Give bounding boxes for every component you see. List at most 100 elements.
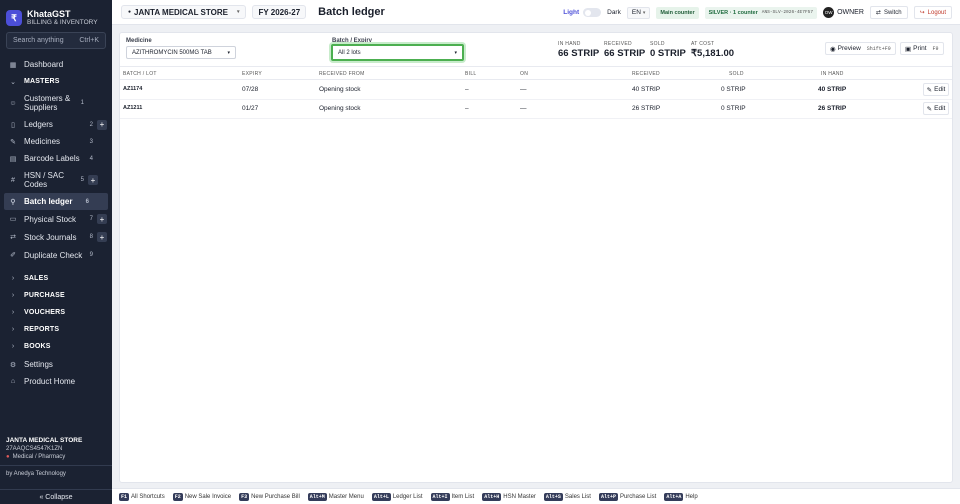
sidebar-item-label: Duplicate Check — [24, 250, 83, 260]
sidebar-item-ledgers[interactable]: ▯ Ledgers 2 + — [0, 116, 112, 133]
switch-button[interactable]: ⇄ Switch — [869, 6, 908, 19]
cell-expiry: 07/28 — [242, 86, 259, 93]
sidebar-item-batch-ledger[interactable]: ⚲ Batch ledger 6 — [4, 193, 108, 210]
sidebar-item-label: HSN / SAC Codes — [24, 171, 65, 189]
switch-label: Switch — [883, 9, 902, 16]
footer-gstin: 27AAQCS4547K1ZN — [6, 446, 63, 452]
logout-button[interactable]: ↪ Logout — [913, 6, 952, 19]
shortcut-key[interactable]: Alt+S — [543, 492, 563, 501]
cell-in-hand: 26 STRIP — [818, 105, 847, 112]
sidebar-item-hsn-sac-codes[interactable]: # HSN / SAC Codes 5 + — [0, 167, 112, 193]
chevron-right-icon: › — [11, 343, 15, 350]
collapse-button[interactable]: « Collapse — [0, 489, 112, 504]
medicine-select[interactable]: AZITHROMYCIN 500MG TAB ▾ — [126, 46, 236, 59]
stat-label: RECEIVED — [604, 41, 632, 47]
print-shortcut: F9 — [932, 45, 939, 52]
language-selector[interactable]: EN ▾ — [626, 6, 651, 19]
col-sold: SOLD — [729, 71, 744, 77]
chevron-right-icon: › — [11, 326, 15, 333]
shortcut-key[interactable]: F2 — [172, 492, 183, 501]
shortcut-key[interactable]: Alt+M — [307, 492, 327, 501]
barcode-icon: ▤ — [9, 155, 17, 163]
brand: ₹ KhataGST BILLING & INVENTORY — [0, 0, 112, 30]
preview-label: Preview — [837, 45, 861, 52]
sidebar-item-label: Batch ledger — [24, 197, 73, 206]
sidebar-item-barcode-labels[interactable]: ▤ Barcode Labels 4 — [0, 150, 112, 167]
edit-button[interactable]: ✎ Edit — [923, 83, 949, 96]
sidebar-item-physical-stock[interactable]: ▭ Physical Stock 7 + — [0, 210, 112, 228]
add-icon[interactable]: + — [97, 232, 107, 242]
fy-selector[interactable]: FY 2026-27 — [252, 5, 307, 19]
logout-label: Logout — [927, 9, 946, 16]
batch-value: All 2 lots — [338, 49, 361, 56]
sidebar-item-stock-journals[interactable]: ⇄ Stock Journals 8 + — [0, 228, 112, 246]
user-menu[interactable]: OW OWNER — [823, 7, 864, 18]
cell-on: — — [520, 105, 527, 112]
sidebar-item-purchase[interactable]: › PURCHASE — [0, 287, 112, 304]
license-badge: SILVER · 1 counter ANS-SLV-2026-4E7F57 — [704, 6, 818, 19]
chevron-down-icon: ⌄ — [10, 78, 16, 86]
shortcut-key[interactable]: Alt+P — [598, 492, 618, 501]
users-icon: ☺ — [9, 99, 17, 107]
sidebar-item-label: Settings — [24, 360, 53, 369]
cell-from: Opening stock — [319, 86, 361, 93]
sidebar-item-vouchers[interactable]: › VOUCHERS — [0, 304, 112, 321]
theme-switch[interactable] — [583, 8, 602, 17]
batch-select[interactable]: All 2 lots ▾ — [331, 44, 464, 61]
add-icon[interactable]: + — [97, 214, 107, 224]
print-label: Print — [913, 45, 927, 52]
print-button[interactable]: ▣ Print F9 — [900, 42, 944, 55]
book-icon: ▯ — [11, 121, 15, 129]
sidebar-item-count: 1 — [80, 100, 84, 106]
sidebar-item-sales[interactable]: › SALES — [0, 270, 112, 287]
sidebar-item-customers-suppliers[interactable]: ☺ Customers & Suppliers 1 — [0, 90, 112, 116]
shortcut-key[interactable]: Alt+L — [371, 492, 391, 501]
sidebar-item-medicines[interactable]: ✎ Medicines 3 — [0, 133, 112, 150]
shortcut-key[interactable]: Alt+I — [430, 492, 450, 501]
chevron-right-icon: › — [11, 309, 15, 316]
gear-icon: ⚙ — [9, 361, 17, 369]
license-code: ANS-SLV-2026-4E7F57 — [761, 10, 814, 15]
clipboard-icon: ▭ — [9, 216, 17, 223]
shortcut-key[interactable]: F3 — [239, 492, 250, 501]
search-icon: ⚲ — [10, 198, 16, 206]
footer-credit: by Anedya Technology — [6, 471, 66, 477]
sidebar-item-count: 9 — [89, 252, 93, 258]
theme-light-label: Light — [563, 9, 580, 16]
search-input[interactable]: Search anything Ctrl+K — [6, 32, 106, 49]
stat-value: 66 STRIP — [558, 48, 600, 59]
add-icon[interactable]: + — [97, 119, 107, 130]
sidebar-item-books[interactable]: › BOOKS — [0, 338, 112, 355]
add-icon[interactable]: + — [88, 175, 98, 185]
sidebar-item-label: VOUCHERS — [24, 309, 66, 316]
table-row: AZ1174 07/28 Opening stock – — 40 STRIP 0 STRI… — [120, 81, 952, 100]
shortcut-key[interactable]: Alt+A — [664, 492, 684, 501]
swap-icon: ⇄ — [10, 234, 16, 241]
user-role: OWNER — [837, 9, 864, 16]
preview-button[interactable]: ◉ Preview Shift+F9 — [825, 42, 896, 55]
medicine-label: Medicine — [126, 38, 152, 44]
shortcut-label: Ledger List — [392, 493, 423, 500]
shortcut-label: New Sale Invoice — [184, 493, 232, 500]
sidebar-item-settings[interactable]: ⚙ Settings — [0, 356, 112, 373]
store-selector[interactable]: ● JANTA MEDICAL STORE ▾ — [121, 5, 247, 19]
sidebar-item-masters[interactable]: ⌄ MASTERS — [0, 73, 112, 90]
counter-badge[interactable]: Main counter — [656, 6, 699, 19]
sidebar-item-duplicate-check[interactable]: ✐ Duplicate Check 9 — [0, 246, 112, 264]
eye-icon: ◉ — [830, 45, 836, 53]
edit-label: Edit — [934, 105, 946, 112]
shortcut-key[interactable]: F1 — [119, 492, 130, 501]
edit-button[interactable]: ✎ Edit — [923, 102, 949, 115]
sidebar-item-count: 3 — [89, 138, 93, 145]
sidebar-item-product-home[interactable]: ⌂ Product Home — [0, 373, 112, 390]
sidebar-item-label: Barcode Labels — [24, 154, 80, 163]
theme-toggle[interactable]: Light Dark — [563, 8, 621, 17]
sidebar-item-dashboard[interactable]: ▦ Dashboard — [0, 56, 112, 73]
shortcut-label: Purchase List — [619, 493, 657, 500]
sidebar-item-reports[interactable]: › REPORTS — [0, 321, 112, 338]
shortcut-key[interactable]: Alt+H — [482, 492, 502, 501]
cell-expiry: 01/27 — [242, 105, 259, 112]
license-label: SILVER · 1 counter — [708, 9, 758, 16]
sidebar-item-label: Medicines — [24, 137, 61, 146]
search-placeholder: Search anything — [13, 37, 64, 44]
